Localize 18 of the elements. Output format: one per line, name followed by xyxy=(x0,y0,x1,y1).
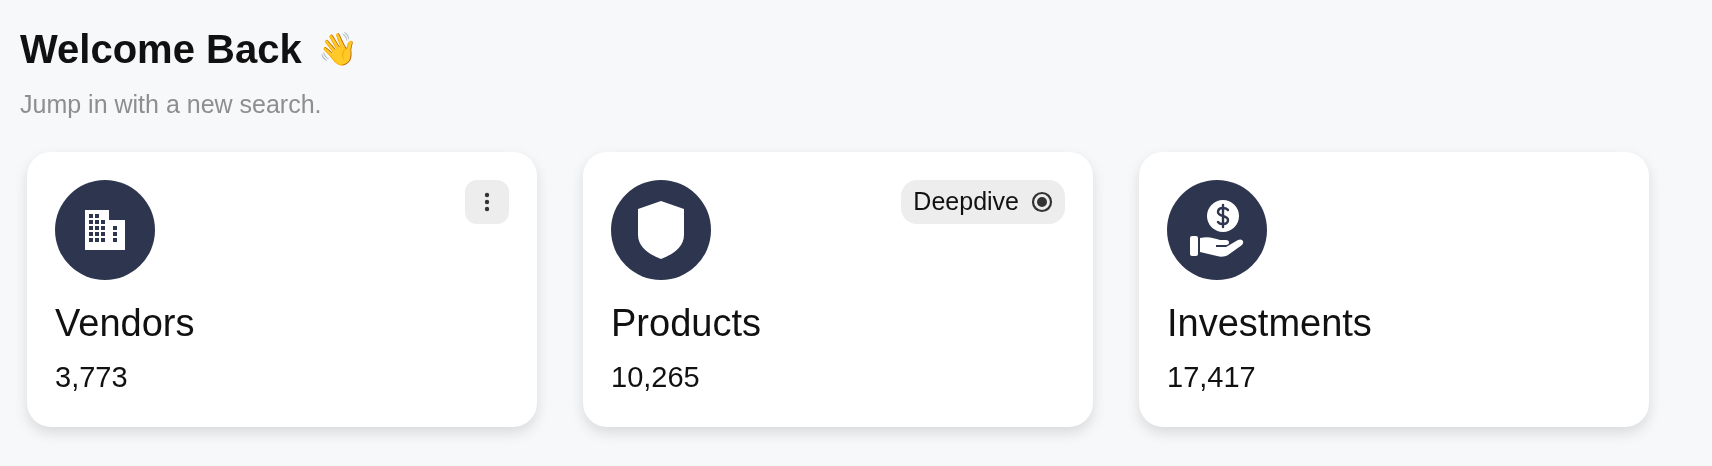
card-count: 10,265 xyxy=(611,360,701,395)
more-vertical-icon xyxy=(484,191,490,212)
card-title: Products xyxy=(611,300,762,346)
page-subtitle: Jump in with a new search. xyxy=(20,89,323,120)
category-card[interactable]: Vendors 3,773 xyxy=(27,151,537,427)
waving-hand-emoji: 👋 xyxy=(317,33,358,65)
category-card[interactable]: Deepdive Products 10,265 xyxy=(583,151,1093,427)
card-title: Investments xyxy=(1167,300,1373,346)
deepdive-badge[interactable]: Deepdive xyxy=(901,179,1065,224)
radio-icon xyxy=(1031,190,1053,213)
shield-icon xyxy=(638,200,684,259)
more-options-button[interactable] xyxy=(465,179,509,224)
card-title: Vendors xyxy=(55,300,196,346)
card-count: 17,417 xyxy=(1167,360,1257,395)
category-card[interactable]: Investments 17,417 xyxy=(1139,151,1649,427)
card-count: 3,773 xyxy=(55,360,129,395)
page-title: Welcome Back xyxy=(20,26,302,73)
hand-coin-icon xyxy=(1190,199,1244,260)
